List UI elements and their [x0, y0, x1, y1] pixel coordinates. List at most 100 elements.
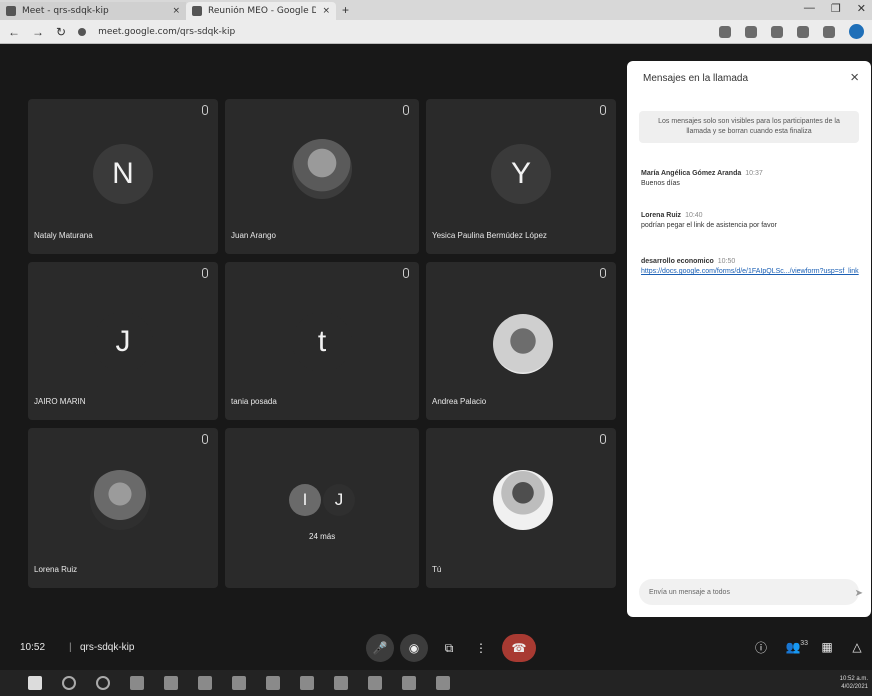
people-button[interactable]: 👥 33 — [784, 638, 808, 656]
message-time: 10:37 — [745, 170, 763, 177]
tray-time: 10:52 a.m. — [839, 676, 868, 682]
tab-title: Reunión MEO - Google Drive — [208, 6, 317, 16]
participant-avatar — [90, 470, 150, 530]
system-tray-clock[interactable]: 10:52 a.m. 4/02/2021 — [840, 675, 868, 691]
more-options-button[interactable]: ⋮ — [472, 639, 490, 657]
close-window-button[interactable]: ✕ — [857, 2, 866, 15]
participant-avatar — [493, 470, 553, 530]
app-icon[interactable] — [300, 676, 314, 690]
drive-favicon-icon — [192, 6, 202, 16]
app-icon[interactable] — [368, 676, 382, 690]
mic-muted-icon — [202, 105, 208, 115]
chat-message: Lorena Ruiz 10:40 podrían pegar el link d… — [641, 211, 863, 231]
participant-tile[interactable]: Andrea Palacio — [426, 262, 616, 420]
chat-icon: ▦ — [821, 640, 833, 654]
message-author: desarrollo economico — [641, 258, 714, 265]
activities-icon: △ — [852, 640, 862, 654]
app-icon[interactable] — [164, 676, 178, 690]
back-icon[interactable]: ← — [8, 25, 20, 39]
participant-tile[interactable]: Y Yesica Paulina Bermúdez López — [426, 99, 616, 254]
meeting-controls-bar: 10:52 | qrs-sdqk-kip 🎤 ◉ ⧉ ⋮ ☎ ⓘ 👥 33 ▦ … — [0, 626, 872, 670]
participant-avatar: J — [323, 484, 355, 516]
app-icon[interactable] — [334, 676, 348, 690]
store-icon[interactable] — [266, 676, 280, 690]
chat-input[interactable]: Envía un mensaje a todos — [639, 579, 859, 605]
separator: | — [69, 642, 72, 653]
activities-button[interactable]: △ — [848, 638, 866, 656]
windows-start-icon[interactable] — [28, 676, 42, 690]
star-icon[interactable] — [771, 25, 783, 38]
close-icon[interactable]: × — [850, 69, 859, 86]
message-author: María Angélica Gómez Aranda — [641, 170, 742, 177]
chrome-icon[interactable] — [198, 676, 212, 690]
participant-name: tania posada — [231, 397, 277, 406]
chat-title: Mensajes en la llamada — [643, 73, 749, 84]
maximize-button[interactable]: ❐ — [831, 2, 841, 15]
participant-tile[interactable]: N Nataly Maturana — [28, 99, 218, 254]
minimize-button[interactable]: — — [804, 2, 815, 15]
camera-off-button[interactable]: ◉ — [400, 634, 428, 662]
chat-message: desarrollo economico 10:50 https://docs.g… — [641, 257, 863, 277]
message-author: Lorena Ruiz — [641, 212, 682, 219]
browser-tab-meet[interactable]: Meet - qrs-sdqk-kip × — [0, 2, 186, 20]
participant-tile[interactable]: Lorena Ruiz — [28, 428, 218, 588]
info-icon: ⓘ — [754, 640, 767, 655]
address-bar: ← → ↻ meet.google.com/qrs-sdqk-kip — [0, 20, 872, 44]
participant-tile[interactable]: t tania posada — [225, 262, 419, 420]
tab-close-icon[interactable]: × — [172, 6, 180, 16]
lock-icon[interactable] — [78, 27, 87, 36]
participant-name: Nataly Maturana — [34, 231, 93, 240]
profile-avatar[interactable] — [849, 24, 864, 39]
new-tab-button[interactable]: + — [336, 3, 355, 17]
windows-taskbar: 10:52 a.m. 4/02/2021 — [0, 670, 872, 696]
mic-muted-icon — [403, 268, 409, 278]
puzzle-icon[interactable] — [797, 25, 809, 38]
extension-icon[interactable] — [823, 25, 835, 38]
search-icon[interactable] — [62, 676, 76, 690]
participant-avatar: N — [93, 144, 153, 204]
send-icon[interactable]: ➤ — [855, 588, 863, 599]
task-view-icon[interactable] — [130, 676, 144, 690]
people-icon: 👥 — [785, 640, 801, 654]
participant-tile[interactable]: J JAIRO MARIN — [28, 262, 218, 420]
end-call-button[interactable]: ☎ — [502, 634, 536, 662]
word-icon[interactable] — [436, 676, 450, 690]
chat-button[interactable]: ▦ — [818, 638, 836, 656]
url-field[interactable]: meet.google.com/qrs-sdqk-kip — [98, 27, 235, 37]
message-link[interactable]: https://docs.google.com/forms/d/e/1FAIpQ… — [641, 267, 863, 277]
browser-tab-bar: Meet - qrs-sdqk-kip × Reunión MEO - Goog… — [0, 0, 872, 20]
mic-off-button[interactable]: 🎤 — [366, 634, 394, 662]
excel-icon[interactable] — [402, 676, 416, 690]
people-count-badge: 33 — [800, 640, 808, 647]
present-button[interactable]: ⧉ — [440, 639, 458, 657]
participant-name: Yesica Paulina Bermúdez López — [432, 231, 547, 240]
message-time: 10:40 — [685, 212, 703, 219]
more-vert-icon: ⋮ — [475, 641, 487, 655]
reload-icon[interactable]: ↻ — [56, 25, 66, 39]
end-call-icon: ☎ — [511, 641, 527, 655]
tab-title: Meet - qrs-sdqk-kip — [22, 6, 109, 16]
participant-avatar: I — [289, 484, 321, 516]
participant-name: Tú — [432, 565, 442, 574]
extension-icon[interactable] — [745, 25, 757, 38]
mic-muted-icon — [403, 105, 409, 115]
app-icon[interactable] — [232, 676, 246, 690]
extension-icon[interactable] — [719, 25, 731, 38]
more-participants-tile[interactable]: I J 24 más — [225, 428, 419, 588]
meeting-info-button[interactable]: ⓘ — [752, 638, 770, 656]
forward-icon[interactable]: → — [32, 25, 44, 39]
participant-tile[interactable]: Juan Arango — [225, 99, 419, 254]
window-controls: — ❐ ✕ — [804, 2, 866, 15]
cortana-icon[interactable] — [96, 676, 110, 690]
present-icon: ⧉ — [444, 640, 454, 655]
browser-tab-drive[interactable]: Reunión MEO - Google Drive × — [186, 2, 336, 20]
extensions-area — [719, 24, 864, 39]
self-tile[interactable]: Tú — [426, 428, 616, 588]
participant-name: Andrea Palacio — [432, 397, 487, 406]
mic-muted-icon — [600, 268, 606, 278]
mic-muted-icon — [202, 268, 208, 278]
participant-name: Lorena Ruiz — [34, 565, 78, 574]
chat-message: María Angélica Gómez Aranda 10:37 Buenos … — [641, 169, 863, 189]
chat-panel: Mensajes en la llamada × Los mensajes so… — [627, 61, 871, 617]
tab-close-icon[interactable]: × — [322, 6, 330, 16]
